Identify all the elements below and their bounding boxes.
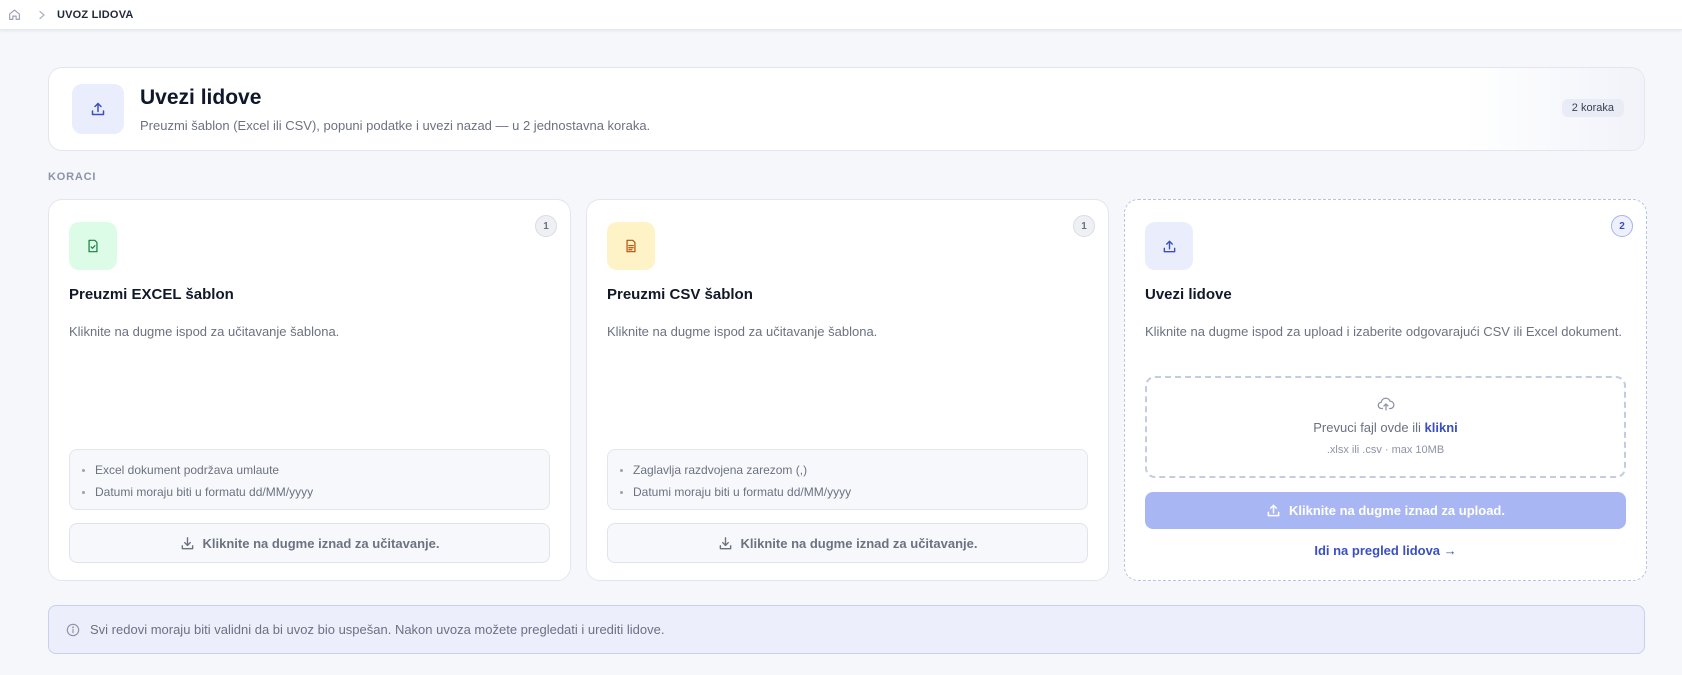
- file-check-icon: [69, 222, 117, 270]
- card-title: Uvezi lidove: [1145, 286, 1232, 303]
- download-csv-button[interactable]: Kliknite na dugme iznad za učitavanje.: [607, 523, 1088, 563]
- breadcrumb-current: UVOZ LIDOVA: [57, 8, 134, 21]
- upload-icon: [72, 84, 124, 134]
- chevron-right-icon: [35, 8, 49, 22]
- excel-template-card: 1 Preuzmi EXCEL šablon Kliknite na dugme…: [48, 199, 571, 581]
- import-header-card: Uvezi lidove Preuzmi šablon (Excel ili C…: [48, 67, 1645, 151]
- info-banner: Svi redovi moraju biti validni da bi uvo…: [48, 605, 1645, 654]
- card-title: Preuzmi CSV šablon: [607, 286, 753, 303]
- list-item: Zaglavlja razdvojena zarezom (,): [620, 459, 1087, 481]
- step-number: 2: [1611, 215, 1633, 237]
- list-item: Datumi moraju biti u formatu dd/MM/yyyy: [82, 481, 549, 503]
- dropzone-hint: .xlsx ili .csv · max 10MB: [1326, 444, 1445, 456]
- cloud-upload-icon: [1377, 396, 1395, 412]
- dropzone-text: Prevuci fajl ovde ili klikni: [1313, 420, 1458, 435]
- card-description: Kliknite na dugme ispod za učitavanje ša…: [69, 324, 340, 339]
- card-title: Preuzmi EXCEL šablon: [69, 286, 234, 303]
- csv-template-card: 1 Preuzmi CSV šablon Kliknite na dugme i…: [586, 199, 1109, 581]
- info-text: Svi redovi moraju biti validni da bi uvo…: [90, 622, 665, 637]
- upload-button[interactable]: Kliknite na dugme iznad za upload.: [1145, 492, 1626, 529]
- card-notes: Zaglavlja razdvojena zarezom (,) Datumi …: [607, 449, 1088, 510]
- card-description: Kliknite na dugme ispod za učitavanje ša…: [607, 324, 878, 339]
- step-number: 1: [1073, 215, 1095, 237]
- home-icon[interactable]: [7, 8, 21, 22]
- download-icon: [718, 536, 733, 551]
- steps-badge: 2 koraka: [1561, 99, 1624, 117]
- button-label: Kliknite na dugme iznad za upload.: [1289, 503, 1505, 518]
- download-excel-button[interactable]: Kliknite na dugme iznad za učitavanje.: [69, 523, 550, 563]
- go-to-leads-link[interactable]: Idi na pregled lidova →: [1125, 543, 1646, 558]
- page-title: Uvezi lidove: [140, 86, 262, 109]
- list-item: Datumi moraju biti u formatu dd/MM/yyyy: [620, 481, 1087, 503]
- breadcrumb: UVOZ LIDOVA: [0, 0, 1682, 30]
- step-number: 1: [535, 215, 557, 237]
- upload-icon: [1145, 222, 1193, 270]
- card-notes: Excel dokument podržava umlaute Datumi m…: [69, 449, 550, 510]
- section-label: KORACI: [48, 171, 97, 183]
- info-icon: [66, 623, 80, 637]
- button-label: Kliknite na dugme iznad za učitavanje.: [202, 535, 440, 551]
- file-text-icon: [607, 222, 655, 270]
- file-dropzone[interactable]: Prevuci fajl ovde ili klikni .xlsx ili .…: [1145, 376, 1626, 478]
- upload-icon: [1266, 503, 1281, 518]
- list-item: Excel dokument podržava umlaute: [82, 459, 549, 481]
- card-description: Kliknite na dugme ispod za upload i izab…: [1145, 324, 1622, 339]
- click-to-browse-link[interactable]: klikni: [1425, 420, 1458, 435]
- button-label: Kliknite na dugme iznad za učitavanje.: [740, 535, 978, 551]
- download-icon: [180, 536, 195, 551]
- upload-leads-card: 2 Uvezi lidove Kliknite na dugme ispod z…: [1124, 199, 1647, 581]
- page-subtitle: Preuzmi šablon (Excel ili CSV), popuni p…: [140, 118, 651, 133]
